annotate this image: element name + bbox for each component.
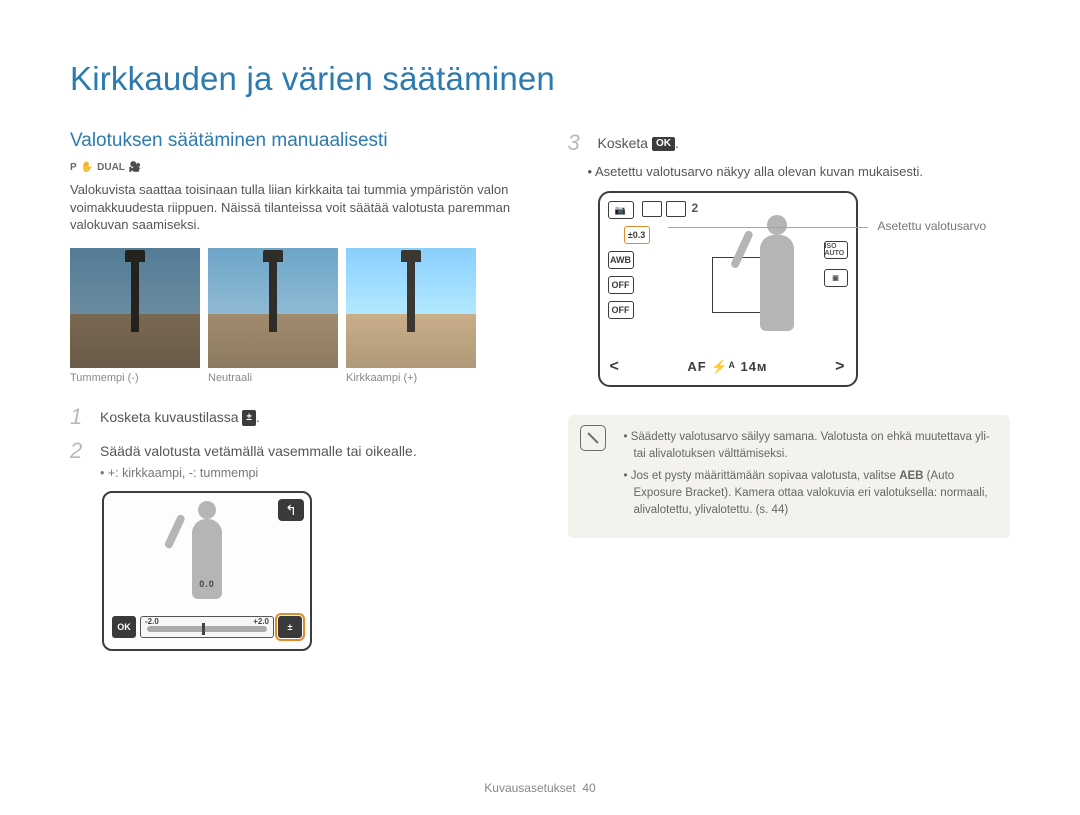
tip-2-a: Jos et pysty määrittämään sopivaa valotu… xyxy=(631,470,899,482)
mode-icons-row: P ✋ DUAL 🎥 xyxy=(70,162,513,173)
slider-track-icon xyxy=(147,626,267,632)
step-2-subtext: • +: kirkkaampi, -: tummempi xyxy=(100,465,417,483)
right-osd-icons: ISO AUTO ▣ xyxy=(824,241,848,287)
step-3-text-a: Kosketa xyxy=(598,135,652,151)
note-icon xyxy=(580,425,606,451)
step-3-substep: Asetettu valotusarvo näkyy alla olevan k… xyxy=(600,164,1011,179)
wb-indicator: AWB xyxy=(608,251,634,269)
mode-icon-dual: DUAL xyxy=(97,162,125,173)
step-1-text-a: Kosketa kuvaustilassa xyxy=(100,409,242,425)
footer-section: Kuvausasetukset xyxy=(484,781,575,795)
step-3-body: Kosketa OK. xyxy=(598,130,679,156)
mode-icon-video: 🎥 xyxy=(129,162,141,173)
left-osd-icons: 📷 ± 0.3 AWB OFF OFF xyxy=(608,201,638,349)
ok-glyph-icon: OK xyxy=(652,137,675,151)
thumb-neutral xyxy=(208,248,338,368)
ev-toggle-icon: ± xyxy=(278,616,302,638)
section-title: Valotuksen säätäminen manuaalisesti xyxy=(70,130,513,152)
ok-button-icon: OK xyxy=(112,616,136,638)
label-darker: Tummempi (-) xyxy=(70,372,200,384)
ev-value-badge: ± 0.3 xyxy=(624,226,650,244)
right-column: 3 Kosketa OK. Asetettu valotusarvo näkyy… xyxy=(568,130,1011,651)
tip-2: Jos et pysty määrittämään sopivaa valotu… xyxy=(624,468,995,518)
ev-current-value: 0.0 xyxy=(199,579,215,589)
step-2: 2 Säädä valotusta vetämällä vasemmalle t… xyxy=(70,438,513,483)
camera-mode-icon: 📷 xyxy=(608,201,634,219)
ev-slider-row: OK -2.0 +2.0 ± xyxy=(112,613,302,641)
right-arrow-icon: > xyxy=(835,358,845,376)
callout-leader-line xyxy=(668,227,868,228)
footer-page-number: 40 xyxy=(582,781,595,795)
step-1-number: 1 xyxy=(70,404,88,430)
tip-1: Säädetty valotusarvo säilyy samana. Valo… xyxy=(624,429,995,462)
page-footer: Kuvausasetukset 40 xyxy=(0,781,1080,795)
label-brighter: Kirkkaampi (+) xyxy=(346,372,476,384)
face-off-icon: OFF xyxy=(608,276,634,294)
left-arrow-icon: < xyxy=(610,358,620,376)
thumb-brighter xyxy=(346,248,476,368)
step-3-text-b: . xyxy=(675,135,679,151)
back-button-icon: ↰ xyxy=(278,499,304,521)
camera-screen-shooting: 📷 ± 0.3 AWB OFF OFF 2 ISO AUTO ▣ xyxy=(598,191,858,387)
mode-icon-hand: ✋ xyxy=(81,162,93,173)
page-title: Kirkkauden ja värien säätäminen xyxy=(70,60,1010,98)
step-2-sub-span: +: kirkkaampi, -: tummempi xyxy=(108,466,258,480)
step-3: 3 Kosketa OK. xyxy=(568,130,1011,156)
callout-label: Asetettu valotusarvo xyxy=(878,219,1018,233)
bottom-osd-text: AF ⚡ᴬ 14ᴍ xyxy=(687,359,767,375)
left-column: Valotuksen säätäminen manuaalisesti P ✋ … xyxy=(70,130,513,651)
content-columns: Valotuksen säätäminen manuaalisesti P ✋ … xyxy=(70,130,1010,651)
step-1-body: Kosketa kuvaustilassa ±. xyxy=(100,404,260,430)
step-2-number: 2 xyxy=(70,438,88,483)
thumbnail-labels: Tummempi (-) Neutraali Kirkkaampi (+) xyxy=(70,372,513,384)
step-3-number: 3 xyxy=(568,130,586,156)
tip-2-aeb: AEB xyxy=(899,470,923,482)
frame-off-icon: OFF xyxy=(608,301,634,319)
person-silhouette-big-icon xyxy=(760,235,794,331)
example-thumbnails xyxy=(70,248,513,368)
step-2-body: Säädä valotusta vetämällä vasemmalle tai… xyxy=(100,438,417,483)
ev-min-label: -2.0 xyxy=(145,617,159,626)
battery-icon xyxy=(642,201,662,217)
camera-screen-ev-adjust: ↰ 0.0 OK -2.0 +2.0 ± xyxy=(102,491,312,651)
shots-remaining: 2 xyxy=(692,201,699,217)
thumb-darker xyxy=(70,248,200,368)
storage-icon xyxy=(666,201,686,217)
ev-value-text: 0.3 xyxy=(633,230,646,240)
step-1-text-b: . xyxy=(256,409,260,425)
label-neutral: Neutraali xyxy=(208,372,338,384)
ev-max-label: +2.0 xyxy=(253,617,269,626)
ev-slider: -2.0 +2.0 xyxy=(140,616,274,638)
iso-indicator: ISO AUTO xyxy=(824,241,848,259)
step-2-text: Säädä valotusta vetämällä vasemmalle tai… xyxy=(100,443,417,459)
bottom-osd-row: < AF ⚡ᴬ 14ᴍ > xyxy=(610,357,846,377)
mode-icon-p: P xyxy=(70,162,77,173)
step-1: 1 Kosketa kuvaustilassa ±. xyxy=(70,404,513,430)
ev-adjust-icon: ± xyxy=(242,410,256,426)
metering-icon: ▣ xyxy=(824,269,848,287)
tip-box: Säädetty valotusarvo säilyy samana. Valo… xyxy=(568,415,1011,538)
top-osd-icons: 2 xyxy=(642,201,846,217)
intro-paragraph: Valokuvista saattaa toisinaan tulla liia… xyxy=(70,181,513,234)
